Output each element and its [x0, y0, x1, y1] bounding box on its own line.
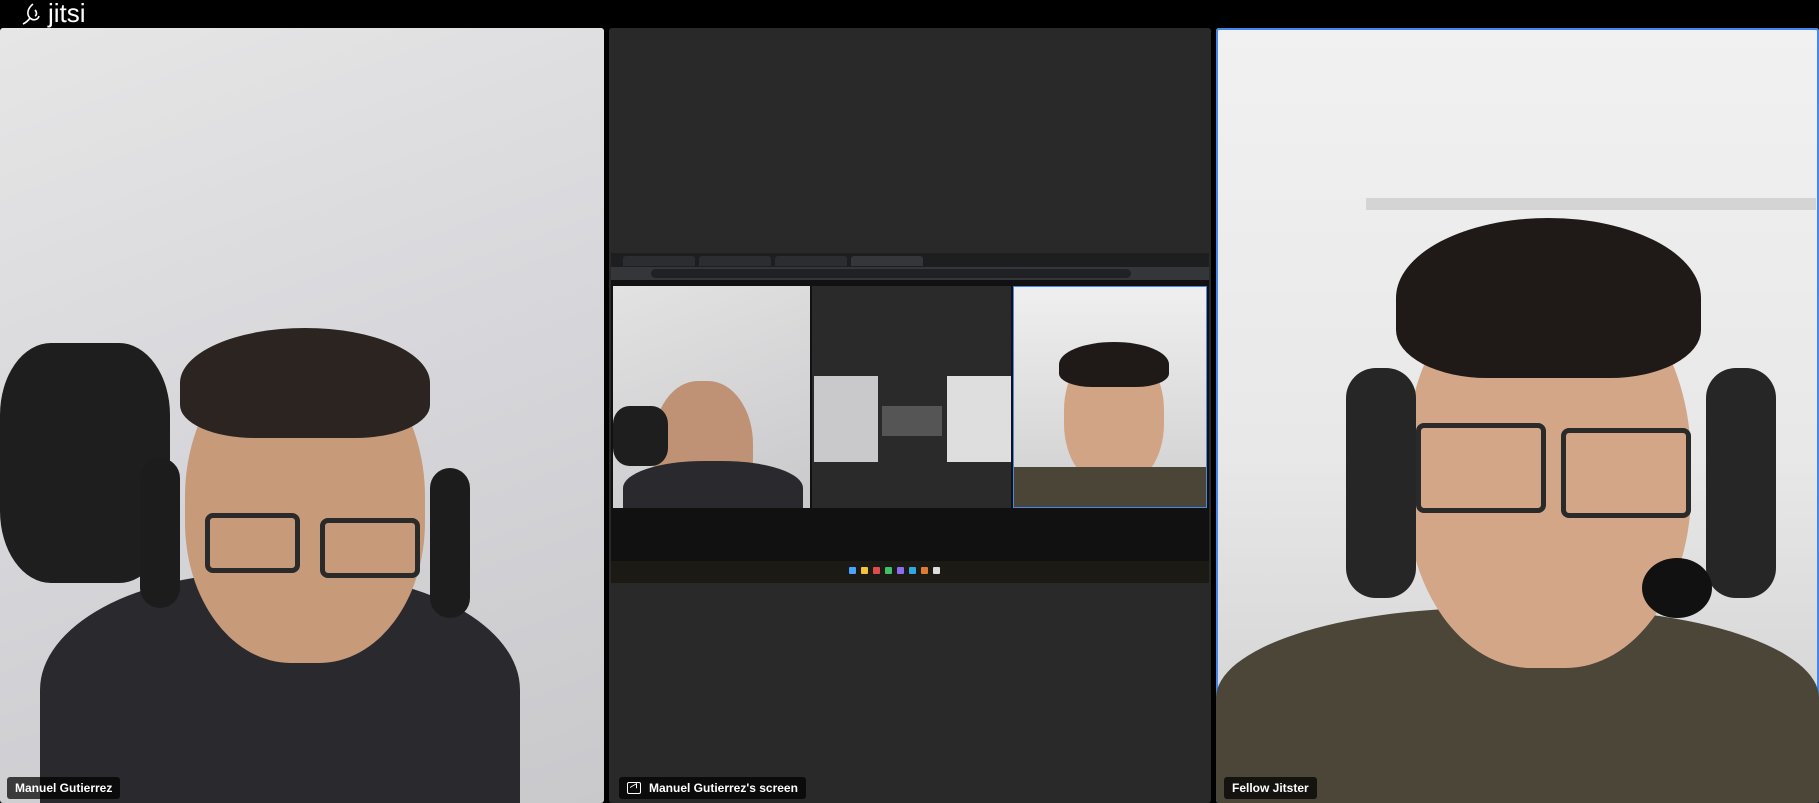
participant-tile-manuel[interactable]: Manuel Gutierrez — [0, 28, 604, 803]
ceiling-light — [1366, 198, 1816, 210]
nested-jitsi-view — [611, 280, 1209, 561]
participant-name-badge: Fellow Jitster — [1224, 777, 1317, 799]
screen-share-name-badge: Manuel Gutierrez's screen — [619, 777, 806, 799]
participant-name: Manuel Gutierrez — [15, 781, 113, 795]
screen-share-icon — [627, 782, 641, 794]
screen-share-tile[interactable]: Manuel Gutierrez's screen — [609, 28, 1211, 803]
os-taskbar — [611, 561, 1209, 583]
screen-share-name: Manuel Gutierrez's screen — [649, 781, 798, 795]
browser-tab-bar — [611, 253, 1209, 267]
jitsi-logo-icon — [22, 2, 40, 25]
mini-tile-3 — [1013, 286, 1207, 508]
browser-address-bar — [611, 267, 1209, 280]
mini-tile-1 — [613, 286, 810, 508]
participant-name: Fellow Jitster — [1232, 781, 1309, 795]
mini-tile-2 — [812, 286, 1011, 508]
participant-name-badge: Manuel Gutierrez — [7, 777, 121, 799]
logo-text: jitsi — [48, 0, 86, 28]
headset-microphone — [1642, 558, 1712, 618]
jitsi-logo: jitsi — [22, 0, 86, 27]
shared-screen-content — [611, 253, 1209, 583]
participant-tile-fellow-jitster[interactable]: Fellow Jitster — [1216, 28, 1819, 803]
